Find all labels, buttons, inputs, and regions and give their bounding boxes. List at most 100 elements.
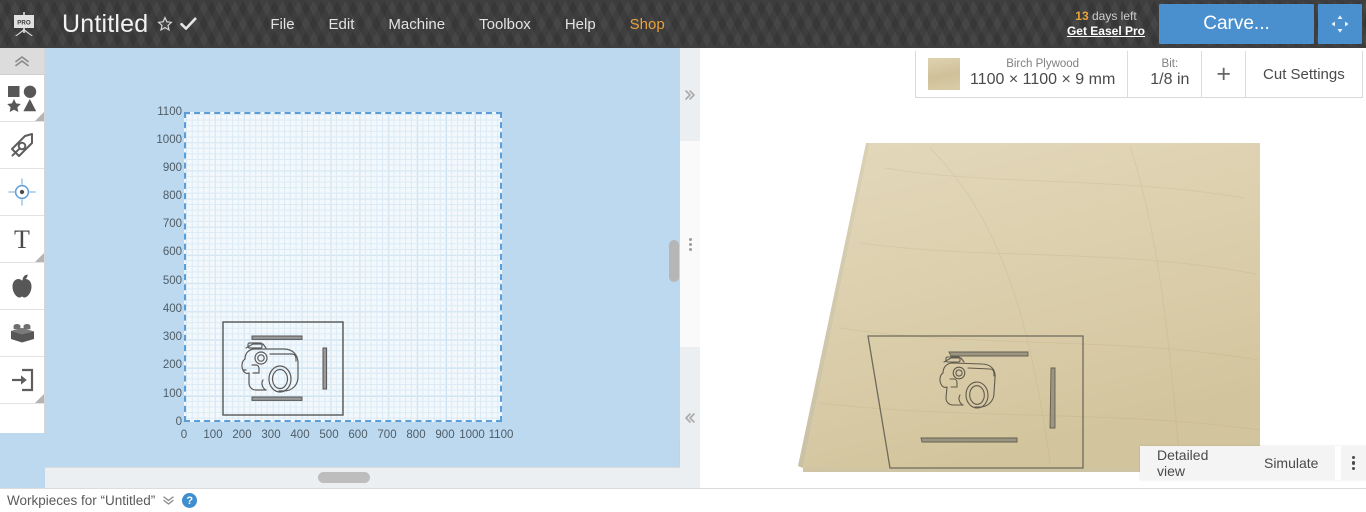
detailed-view-button[interactable]: Detailed view bbox=[1140, 446, 1247, 480]
expand-right-panel-button[interactable] bbox=[680, 48, 700, 141]
title-status-icons bbox=[157, 16, 197, 32]
trial-status: 13 days left Get Easel Pro bbox=[1067, 9, 1145, 39]
canvas-vertical-scroll-thumb[interactable] bbox=[669, 240, 679, 282]
workpiece-board bbox=[803, 143, 1260, 468]
material-swatch[interactable] bbox=[928, 58, 960, 90]
design-bar-top bbox=[251, 335, 303, 340]
main-menu: File Edit Machine Toolbox Help Shop bbox=[253, 10, 681, 39]
x-tick-400: 400 bbox=[290, 429, 310, 441]
carve-button[interactable]: Carve... bbox=[1159, 4, 1314, 44]
lego-tool-button[interactable] bbox=[0, 310, 44, 357]
canvas-horizontal-scrollbar[interactable] bbox=[45, 467, 680, 488]
easel-pro-logo[interactable]: PRO bbox=[0, 0, 48, 48]
canvas-horizontal-scroll-thumb[interactable] bbox=[318, 472, 370, 483]
trial-days-number: 13 bbox=[1075, 9, 1089, 23]
preview-view-controls: Detailed view Simulate bbox=[1140, 446, 1366, 480]
y-tick-500: 500 bbox=[162, 275, 182, 287]
drag-dots-icon bbox=[688, 237, 692, 251]
x-tick-0: 0 bbox=[180, 429, 188, 441]
move-arrows-icon bbox=[1331, 15, 1349, 33]
tool-corner-marker bbox=[35, 112, 44, 121]
x-tick-300: 300 bbox=[261, 429, 281, 441]
pen-nib-icon bbox=[11, 133, 33, 157]
material-cell[interactable]: Birch Plywood 1100 × 1100 × 9 mm bbox=[916, 51, 1127, 97]
divider-drag-handle[interactable] bbox=[680, 141, 700, 347]
material-name: Birch Plywood bbox=[1006, 58, 1080, 71]
design-artwork[interactable] bbox=[222, 321, 344, 416]
get-easel-pro-link[interactable]: Get Easel Pro bbox=[1067, 24, 1145, 39]
y-tick-200: 200 bbox=[162, 359, 182, 371]
menu-item-machine[interactable]: Machine bbox=[371, 10, 462, 39]
svg-text:PRO: PRO bbox=[17, 20, 31, 27]
svg-text:T: T bbox=[14, 225, 30, 253]
easel-pro-icon: PRO bbox=[14, 12, 34, 36]
tool-corner-marker bbox=[35, 253, 44, 262]
easel-app-window: PRO Untitled File Edit Machine Toolbox H… bbox=[0, 0, 1366, 512]
add-bit-button[interactable]: + bbox=[1202, 51, 1245, 97]
trial-days-suffix: days left bbox=[1088, 9, 1137, 23]
collapse-toolbar-button[interactable] bbox=[0, 48, 44, 75]
chevron-double-right-icon bbox=[685, 89, 695, 100]
cut-settings-button[interactable]: Cut Settings bbox=[1246, 51, 1362, 97]
menu-item-shop[interactable]: Shop bbox=[613, 10, 682, 39]
x-tick-1100: 1100 bbox=[488, 429, 514, 441]
document-title[interactable]: Untitled bbox=[62, 10, 148, 39]
design-bar-right bbox=[322, 347, 328, 390]
check-icon bbox=[180, 17, 197, 30]
y-tick-1000: 1000 bbox=[156, 134, 182, 146]
menu-item-toolbox[interactable]: Toolbox bbox=[462, 10, 548, 39]
preview-3d-panel[interactable] bbox=[700, 48, 1366, 488]
y-tick-100: 100 bbox=[162, 388, 182, 400]
workpieces-expand-button[interactable] bbox=[162, 494, 175, 508]
apple-icon bbox=[12, 274, 32, 298]
y-tick-800: 800 bbox=[162, 190, 182, 202]
status-bar: Workpieces for “Untitled” ? bbox=[0, 488, 1366, 512]
design-lineart-motif bbox=[241, 342, 299, 393]
menu-item-file[interactable]: File bbox=[253, 10, 311, 39]
menu-item-help[interactable]: Help bbox=[548, 10, 613, 39]
text-tool-button[interactable]: T bbox=[0, 216, 44, 263]
x-tick-600: 600 bbox=[348, 429, 368, 441]
chevron-double-up-icon bbox=[15, 56, 29, 67]
left-toolbar: T bbox=[0, 48, 45, 433]
origin-tool-button[interactable] bbox=[0, 169, 44, 216]
text-t-icon: T bbox=[14, 225, 30, 253]
bit-label: Bit: bbox=[1161, 58, 1179, 71]
fullscreen-button[interactable] bbox=[1318, 4, 1362, 44]
x-tick-500: 500 bbox=[319, 429, 339, 441]
y-tick-400: 400 bbox=[162, 303, 182, 315]
star-outline-icon[interactable] bbox=[157, 16, 174, 32]
bit-value: 1/8 in bbox=[1150, 71, 1190, 89]
tool-corner-marker bbox=[35, 394, 44, 403]
help-circle-icon[interactable]: ? bbox=[182, 493, 198, 508]
x-tick-700: 700 bbox=[377, 429, 397, 441]
y-tick-300: 300 bbox=[162, 331, 182, 343]
import-tool-button[interactable] bbox=[0, 357, 44, 404]
bit-cell[interactable]: Bit: 1/8 in bbox=[1128, 51, 1201, 97]
apps-tool-button[interactable] bbox=[0, 263, 44, 310]
toolbar-bottom-filler bbox=[0, 433, 45, 488]
x-tick-900: 900 bbox=[435, 429, 455, 441]
canvas-viewport: 1100 1000 900 800 700 600 500 400 300 20… bbox=[45, 48, 680, 467]
y-tick-1100: 1100 bbox=[157, 106, 182, 118]
preview-3d-scene bbox=[798, 143, 1260, 472]
preview-more-options-button[interactable] bbox=[1335, 446, 1366, 480]
canvas-vertical-scrollbar[interactable] bbox=[667, 48, 680, 467]
pen-tool-button[interactable] bbox=[0, 122, 44, 169]
trial-days-left: 13 days left bbox=[1067, 9, 1145, 24]
design-canvas-2d[interactable]: 1100 1000 900 800 700 600 500 400 300 20… bbox=[45, 48, 680, 467]
chevron-double-down-icon bbox=[163, 495, 174, 505]
simulate-button[interactable]: Simulate bbox=[1247, 446, 1335, 480]
design-bar-bottom bbox=[251, 396, 303, 401]
collapse-left-panel-button[interactable] bbox=[680, 347, 700, 488]
y-tick-700: 700 bbox=[162, 218, 182, 230]
menu-item-edit[interactable]: Edit bbox=[312, 10, 372, 39]
panel-divider bbox=[680, 48, 700, 488]
import-arrow-icon bbox=[12, 368, 34, 392]
y-tick-0: 0 bbox=[175, 416, 182, 428]
material-settings-bar: Birch Plywood 1100 × 1100 × 9 mm Bit: 1/… bbox=[915, 51, 1363, 98]
bit-text: Bit: 1/8 in bbox=[1150, 58, 1189, 90]
shapes-tool-button[interactable] bbox=[0, 75, 44, 122]
preview-bar-bottom bbox=[920, 437, 1018, 443]
app-header: PRO Untitled File Edit Machine Toolbox H… bbox=[0, 0, 1366, 48]
